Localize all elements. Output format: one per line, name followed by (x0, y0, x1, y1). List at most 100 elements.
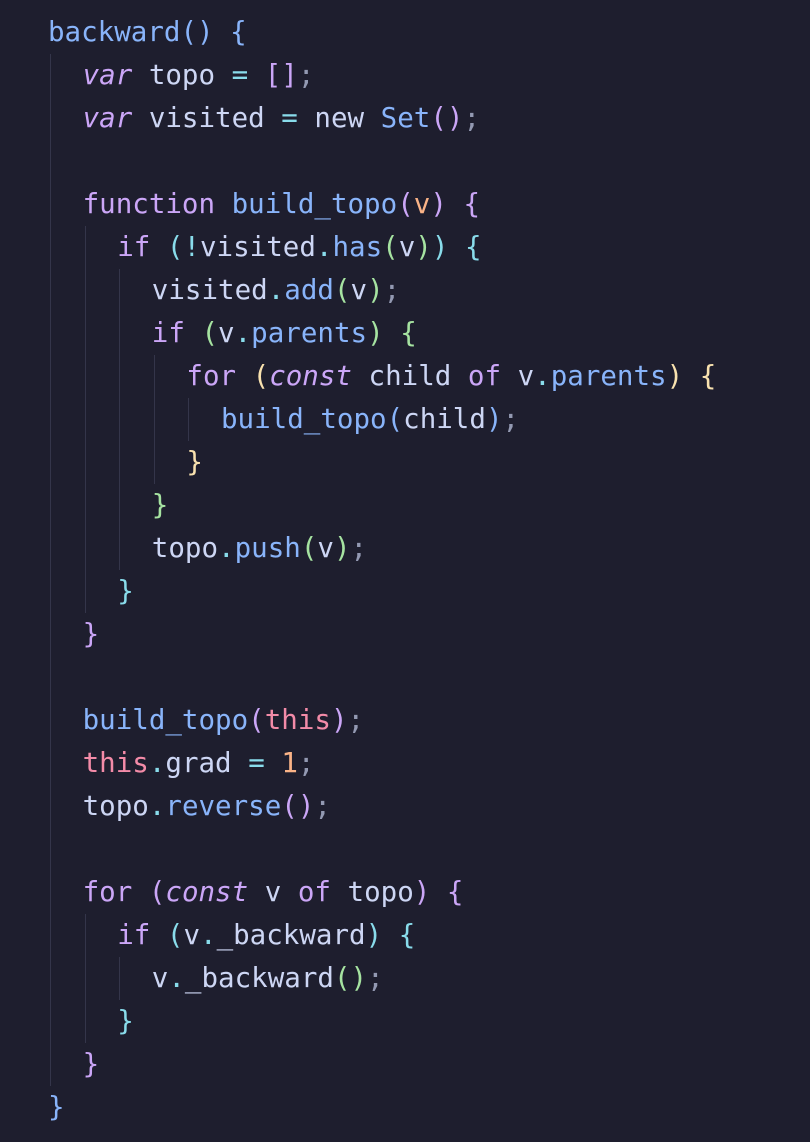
code-token: () (281, 790, 315, 822)
indent-guide (188, 398, 190, 441)
code-token: ! (183, 231, 200, 263)
code-line[interactable]: topo.push(v); (152, 527, 367, 570)
code-token: child (403, 403, 486, 435)
code-token: . (315, 231, 333, 263)
code-token: ) (365, 919, 383, 951)
code-line[interactable]: visited.add(v); (152, 269, 400, 312)
code-token: { (230, 16, 247, 48)
code-token: topo (132, 59, 232, 91)
code-token: topo (151, 532, 219, 564)
code-token: of (467, 360, 502, 392)
code-token: build_topo (221, 403, 387, 435)
code-token: if (151, 317, 185, 349)
code-token: ( (300, 532, 318, 564)
code-line[interactable]: } (48, 1086, 65, 1129)
code-token: topo (330, 876, 414, 908)
code-token: ) (413, 876, 431, 908)
code-token: ) (485, 403, 503, 435)
code-token: { (463, 188, 480, 220)
code-line[interactable]: build_topo(child); (221, 398, 519, 441)
code-token: { (699, 360, 717, 392)
code-token: if (117, 231, 151, 263)
code-token: ( (201, 317, 219, 349)
code-token: of (297, 876, 331, 908)
code-token: build_topo (82, 704, 249, 736)
code-token: ; (297, 59, 315, 91)
code-token: ; (347, 704, 365, 736)
code-line[interactable]: this.grad = 1; (83, 742, 315, 785)
code-token: ; (367, 962, 384, 994)
code-token: build_topo (231, 188, 398, 220)
code-token: ( (166, 231, 184, 263)
code-token: parents (550, 360, 667, 392)
code-token: const (269, 360, 352, 392)
code-token: = (281, 102, 298, 134)
code-token: () (333, 962, 368, 994)
code-token: var (82, 102, 133, 134)
code-token: . (267, 274, 285, 306)
code-line[interactable]: for (const child of v.parents) { (186, 355, 716, 398)
code-line[interactable]: var topo = []; (83, 54, 315, 97)
code-line[interactable]: } (117, 1000, 134, 1043)
code-token: Set (380, 102, 431, 134)
code-line[interactable]: function build_topo(v) { (83, 183, 480, 226)
code-token: = (248, 747, 265, 779)
code-token: 1 (281, 747, 298, 779)
indent-guide (84, 914, 86, 1043)
code-line[interactable]: if (!visited.has(v)) { (117, 226, 481, 269)
code-token: if (117, 919, 151, 951)
code-token: [] (264, 59, 298, 91)
code-token: ( (252, 360, 270, 392)
code-line[interactable]: backward() { (48, 11, 247, 54)
code-line[interactable]: for (const v of topo) { (83, 871, 464, 914)
code-token: ( (148, 876, 166, 908)
code-token: v (218, 317, 235, 349)
code-token: add (284, 274, 334, 306)
code-token: v (350, 274, 368, 306)
code-line[interactable]: } (83, 1043, 100, 1086)
code-token: . (200, 919, 217, 951)
code-line[interactable]: var visited = new Set(); (83, 97, 480, 140)
code-line[interactable]: v._backward(); (152, 957, 384, 1000)
code-token: { (446, 876, 464, 908)
code-token: v (501, 360, 535, 392)
code-line[interactable]: build_topo(this); (83, 699, 365, 742)
code-token: ; (297, 747, 315, 779)
code-token: _backward (216, 919, 366, 951)
code-line[interactable]: } (117, 570, 134, 613)
code-token: { (464, 231, 482, 263)
code-editor[interactable]: backward() {var topo = []; var visited = … (0, 0, 810, 1142)
code-token: topo (82, 790, 149, 822)
code-line[interactable]: topo.reverse(); (83, 785, 331, 828)
code-token: backward (48, 16, 181, 48)
code-line[interactable]: if (v._backward) { (117, 914, 415, 957)
code-token: ( (166, 919, 184, 951)
code-token: } (151, 489, 169, 521)
code-line[interactable]: } (83, 613, 100, 656)
code-token: parents (251, 317, 368, 349)
code-token: ( (382, 231, 399, 263)
code-token: } (82, 618, 100, 650)
code-token: push (234, 532, 301, 564)
code-line[interactable]: } (152, 484, 169, 527)
code-token: new (297, 102, 381, 134)
code-token: ( (333, 274, 351, 306)
code-token: function (82, 188, 216, 220)
code-line[interactable]: if (v.parents) { (152, 312, 417, 355)
code-token: () (430, 102, 464, 134)
code-token: . (148, 790, 166, 822)
code-token: ( (386, 403, 404, 435)
code-token: v (413, 188, 431, 220)
indent-guide (119, 269, 121, 570)
code-token: ( (397, 188, 414, 220)
code-line[interactable]: } (186, 441, 203, 484)
